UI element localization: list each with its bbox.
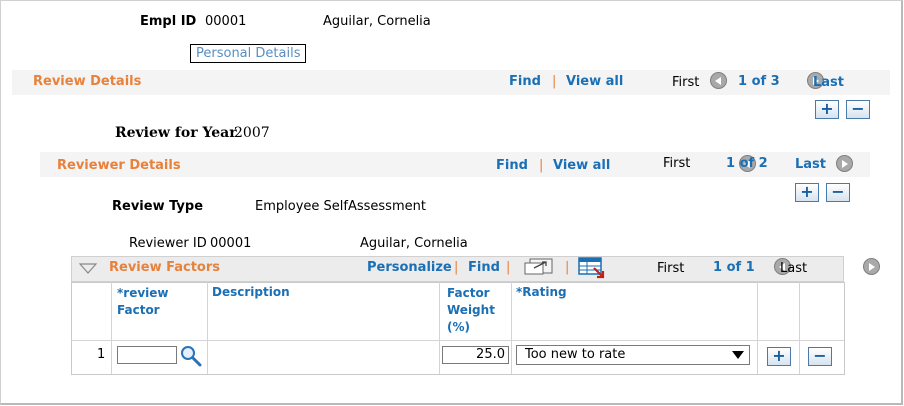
factors-separator-1: | [454,260,459,275]
collapse-triangle-icon[interactable] [78,263,98,278]
col-header-review-factor[interactable]: *review Factor [117,285,169,319]
review-type-label: Review Type [112,199,204,214]
magnifier-icon[interactable] [180,345,202,371]
review-view-all-link[interactable]: View all [566,74,623,89]
review-counter: 1 of 3 [738,74,780,89]
reviewer-separator: | [539,158,544,173]
col-header-rating[interactable]: *Rating [516,285,567,299]
col-header-review-factor-line1: *review [117,286,169,300]
review-details-title: Review Details [33,74,142,89]
employee-name: Aguilar, Cornelia [323,14,431,29]
reviewer-counter: 1 of 2 [726,156,768,171]
col-header-review-factor-line2: Factor [117,303,160,317]
factors-separator-3: | [565,260,570,275]
reviewer-first-label: First [663,156,691,171]
factors-counter: 1 of 1 [713,260,755,275]
add-reviewer-button[interactable]: + [795,183,819,202]
empl-id-label: Empl ID [140,14,197,29]
col-header-factor-weight-line2: Weight [447,303,495,317]
review-year-value: 2007 [234,125,270,141]
prev-icon[interactable] [710,72,727,89]
review-separator: | [552,74,557,89]
factors-first-label: First [657,261,685,276]
zoom-grid-icon[interactable] [524,258,554,279]
col-header-factor-weight[interactable]: Factor Weight (%) [447,285,495,336]
personalize-link[interactable]: Personalize [367,260,452,275]
review-first-label: First [672,75,700,90]
review-year-label: Review for Year [115,125,237,141]
factors-find-link[interactable]: Find [468,260,500,275]
rating-select[interactable]: Too new to rate [516,345,750,365]
review-factor-input[interactable] [117,346,177,364]
reviewer-details-title: Reviewer Details [57,158,181,173]
col-header-factor-weight-line3: (%) [447,320,470,334]
chevron-down-icon [732,351,744,359]
delete-factor-button[interactable]: − [808,347,832,366]
col-header-description[interactable]: Description [212,285,290,299]
reviewer-name: Aguilar, Cornelia [360,236,468,251]
review-factors-title: Review Factors [109,260,221,275]
col-header-factor-weight-line1: Factor [447,286,490,300]
delete-reviewer-button[interactable]: − [826,183,850,202]
reviewer-last-link[interactable]: Last [795,157,826,172]
rating-select-value: Too new to rate [525,347,626,362]
next-icon[interactable] [862,258,880,275]
row-number: 1 [97,347,106,362]
empl-id-value: 00001 [205,14,247,29]
reviewer-view-all-link[interactable]: View all [553,158,610,173]
add-factor-button[interactable]: + [767,347,791,366]
review-last-link[interactable]: Last [813,75,844,90]
review-type-value: Employee SelfAssessment [255,199,426,214]
reviewer-id-label: Reviewer ID [129,236,207,251]
factors-last-label: Last [780,261,808,276]
personal-details-link[interactable]: Personal Details [190,44,307,63]
reviewer-find-link[interactable]: Find [496,158,528,173]
delete-review-button[interactable]: − [846,100,870,119]
review-find-link[interactable]: Find [509,74,541,89]
add-review-button[interactable]: + [815,100,839,119]
reviewer-id-value: 00001 [210,236,252,251]
factors-separator-2: | [506,260,511,275]
download-excel-icon[interactable] [578,257,606,283]
factor-weight-input[interactable]: 25.0 [442,346,509,364]
